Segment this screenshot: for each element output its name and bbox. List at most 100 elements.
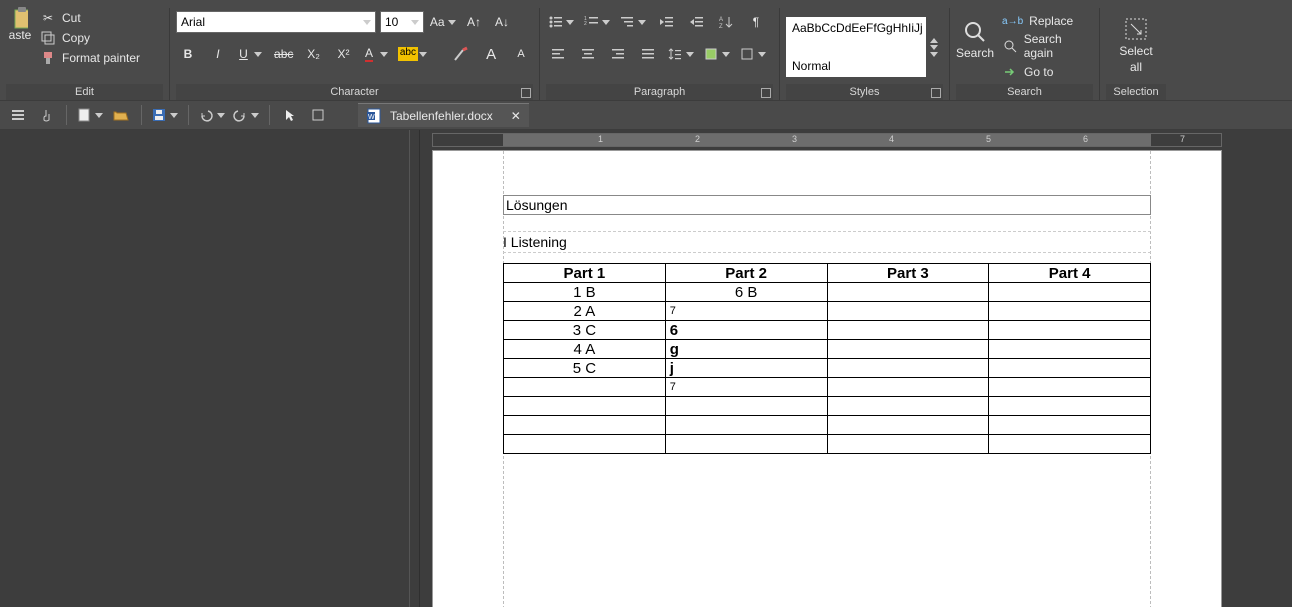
dialog-launcher-icon[interactable] — [761, 88, 771, 98]
table-cell[interactable] — [827, 321, 989, 340]
borders-button[interactable] — [738, 42, 768, 66]
copy-button[interactable]: Copy — [40, 30, 140, 46]
table-cell[interactable] — [504, 416, 666, 435]
bullets-button[interactable] — [546, 10, 576, 34]
indent-button[interactable] — [684, 10, 708, 34]
doc-header-box[interactable]: Lösungen — [503, 195, 1151, 215]
search-button[interactable]: Search — [956, 14, 994, 60]
align-left-button[interactable] — [546, 42, 570, 66]
qt-save-button[interactable] — [150, 103, 180, 127]
shrink-font-button[interactable]: A↓ — [490, 10, 514, 34]
table-cell[interactable] — [827, 359, 989, 378]
dialog-launcher-icon[interactable] — [931, 88, 941, 98]
table-row[interactable] — [504, 435, 1151, 454]
table-cell[interactable] — [827, 416, 989, 435]
table-cell[interactable] — [827, 302, 989, 321]
align-justify-button[interactable] — [636, 42, 660, 66]
bold-button[interactable]: B — [176, 42, 200, 66]
styles-up-icon[interactable] — [930, 38, 938, 43]
table-cell[interactable] — [827, 397, 989, 416]
multilevel-button[interactable] — [618, 10, 648, 34]
grow-font-button[interactable]: A↑ — [462, 10, 486, 34]
subscript-button[interactable]: X₂ — [302, 42, 326, 66]
table-cell[interactable] — [665, 416, 827, 435]
table-cell[interactable]: j — [665, 359, 827, 378]
dialog-launcher-icon[interactable] — [521, 88, 531, 98]
table-cell[interactable]: 6 B — [665, 283, 827, 302]
pilcrow-button[interactable]: ¶ — [744, 10, 768, 34]
styles-down-icon[interactable] — [930, 45, 938, 50]
qt-open-button[interactable] — [109, 103, 133, 127]
font-size-select[interactable]: 10 — [380, 11, 424, 33]
format-painter-button[interactable]: Format painter — [40, 50, 140, 66]
table-row[interactable]: 1 B6 B — [504, 283, 1151, 302]
table-cell[interactable] — [665, 397, 827, 416]
qt-redo-button[interactable] — [231, 103, 261, 127]
table-cell[interactable] — [989, 321, 1151, 340]
shading-button[interactable] — [702, 42, 732, 66]
align-right-button[interactable] — [606, 42, 630, 66]
table-cell[interactable] — [504, 378, 666, 397]
table-row[interactable]: 2 A7 — [504, 302, 1151, 321]
table-cell[interactable]: 7 — [665, 302, 827, 321]
sort-button[interactable]: AZ — [714, 10, 738, 34]
close-tab-button[interactable]: ✕ — [511, 109, 521, 123]
table-cell[interactable] — [989, 359, 1151, 378]
change-case-button[interactable]: Aa — [428, 10, 458, 34]
italic-button[interactable]: I — [206, 42, 230, 66]
qt-menu-button[interactable] — [6, 103, 30, 127]
qt-pointer-button[interactable] — [278, 103, 302, 127]
qt-new-button[interactable] — [75, 103, 105, 127]
table-cell[interactable] — [989, 340, 1151, 359]
font-name-select[interactable]: Arial — [176, 11, 376, 33]
table-cell[interactable]: 3 C — [504, 321, 666, 340]
table-cell[interactable] — [989, 416, 1151, 435]
table-cell[interactable] — [989, 397, 1151, 416]
styles-more-icon[interactable] — [930, 52, 938, 57]
doc-section-heading[interactable]: I Listening — [503, 231, 1151, 253]
table-cell[interactable]: 4 A — [504, 340, 666, 359]
table-header[interactable]: Part 3 — [827, 264, 989, 283]
table-cell[interactable] — [989, 283, 1151, 302]
underline-button[interactable]: U — [236, 42, 266, 66]
table-header[interactable]: Part 2 — [665, 264, 827, 283]
table-row[interactable]: 4 Ag — [504, 340, 1151, 359]
table-cell[interactable]: 1 B — [504, 283, 666, 302]
superscript-button[interactable]: X² — [332, 42, 356, 66]
table-cell[interactable] — [827, 340, 989, 359]
qt-undo-button[interactable] — [197, 103, 227, 127]
document-page[interactable]: Lösungen I Listening Part 1 Part 2 Part … — [432, 150, 1222, 607]
char-bigA[interactable]: A — [479, 42, 503, 66]
clear-formatting-button[interactable] — [449, 42, 473, 66]
table-cell[interactable]: 7 — [665, 378, 827, 397]
table-cell[interactable]: 6 — [665, 321, 827, 340]
replace-button[interactable]: a→b Replace — [1002, 14, 1093, 28]
page-viewport[interactable]: 1 2 3 4 5 6 7 Lösungen I Listening — [420, 130, 1292, 607]
table-row[interactable]: 7 — [504, 378, 1151, 397]
table-cell[interactable] — [504, 435, 666, 454]
table-cell[interactable]: 2 A — [504, 302, 666, 321]
cut-button[interactable]: ✂ Cut — [40, 10, 140, 26]
strikethrough-button[interactable]: abc — [272, 42, 296, 66]
table-cell[interactable]: 5 C — [504, 359, 666, 378]
highlight-button[interactable]: abc — [397, 42, 427, 66]
align-center-button[interactable] — [576, 42, 600, 66]
numbering-button[interactable]: 12 — [582, 10, 612, 34]
table-row[interactable]: 3 C6 — [504, 321, 1151, 340]
table-row[interactable] — [504, 416, 1151, 435]
table-cell[interactable] — [827, 283, 989, 302]
qt-object-button[interactable] — [306, 103, 330, 127]
table-cell[interactable] — [989, 378, 1151, 397]
paste-button[interactable]: aste — [6, 10, 34, 66]
table-cell[interactable] — [665, 435, 827, 454]
table-cell[interactable] — [504, 397, 666, 416]
select-all-button[interactable]: Select all — [1106, 10, 1166, 84]
table-cell[interactable] — [989, 435, 1151, 454]
table-header[interactable]: Part 4 — [989, 264, 1151, 283]
table-cell[interactable] — [827, 435, 989, 454]
search-again-button[interactable]: Search again — [1002, 32, 1093, 60]
outdent-button[interactable] — [654, 10, 678, 34]
font-color-button[interactable]: A — [362, 42, 392, 66]
doc-table[interactable]: Part 1 Part 2 Part 3 Part 4 1 B6 B2 A73 … — [503, 263, 1151, 454]
horizontal-ruler[interactable]: 1 2 3 4 5 6 7 — [420, 130, 1292, 150]
